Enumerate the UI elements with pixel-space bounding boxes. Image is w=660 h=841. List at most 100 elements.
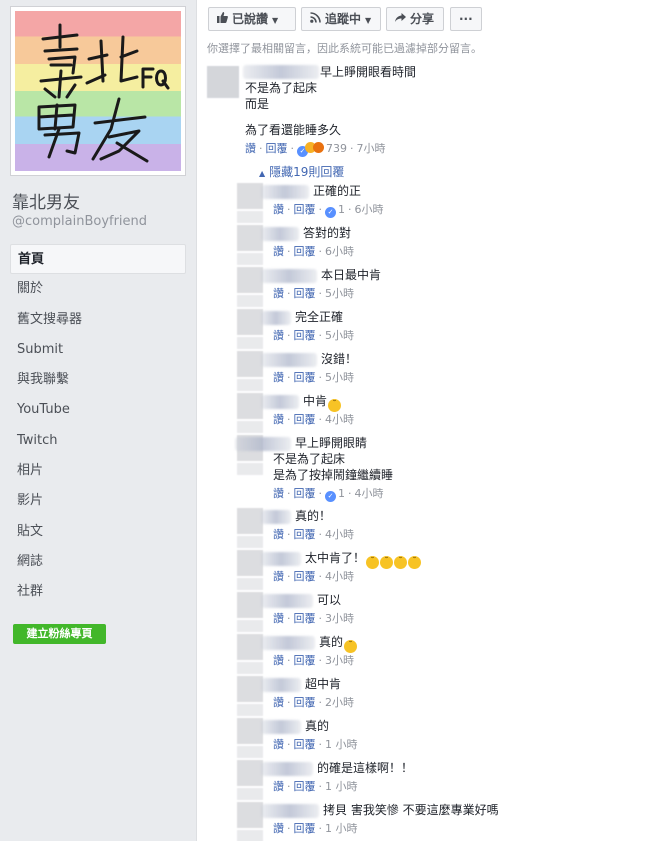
- reply-link[interactable]: 回覆: [294, 329, 316, 342]
- reply-time[interactable]: 3小時: [325, 612, 354, 625]
- avatar[interactable]: [237, 634, 263, 660]
- reply-time[interactable]: 2小時: [325, 696, 354, 709]
- nav-item-photos[interactable]: 相片: [10, 456, 186, 486]
- commenter-name[interactable]: [261, 762, 313, 776]
- avatar[interactable]: [237, 718, 263, 744]
- create-page-button[interactable]: 建立粉絲專頁: [13, 624, 106, 644]
- like-link[interactable]: 讚: [273, 528, 284, 541]
- avatar[interactable]: [237, 393, 263, 419]
- commenter-name[interactable]: [261, 185, 309, 199]
- like-link[interactable]: 讚: [273, 654, 284, 667]
- reply-time[interactable]: 5小時: [325, 287, 354, 300]
- commenter-name[interactable]: [261, 804, 319, 818]
- nav-item-submit[interactable]: Submit: [10, 335, 186, 365]
- nav-item-home[interactable]: 首頁: [10, 244, 186, 275]
- like-count[interactable]: 1: [338, 203, 345, 216]
- hide-replies-link[interactable]: ▲ 隱藏19則回覆: [259, 163, 344, 180]
- reply-time[interactable]: 1 小時: [325, 822, 358, 835]
- reaction-count[interactable]: 739: [326, 142, 347, 155]
- like-link[interactable]: 讚: [273, 738, 284, 751]
- avatar[interactable]: [237, 802, 263, 828]
- like-link[interactable]: 讚: [273, 287, 284, 300]
- commenter-name[interactable]: [261, 311, 291, 325]
- page-handle[interactable]: @complainBoyfriend: [12, 214, 147, 229]
- reply-link[interactable]: 回覆: [294, 822, 316, 835]
- nav-item-notes[interactable]: 網誌: [10, 547, 186, 577]
- reply-link[interactable]: 回覆: [294, 612, 316, 625]
- reply-link[interactable]: 回覆: [266, 142, 288, 155]
- avatar[interactable]: [237, 592, 263, 618]
- avatar[interactable]: [237, 309, 263, 335]
- commenter-name[interactable]: [261, 395, 299, 409]
- reply-link[interactable]: 回覆: [294, 203, 316, 216]
- reply-link[interactable]: 回覆: [294, 570, 316, 583]
- avatar[interactable]: [237, 351, 263, 377]
- reply-time[interactable]: 6小時: [325, 245, 354, 258]
- reply-link[interactable]: 回覆: [294, 738, 316, 751]
- nav-item-posts[interactable]: 貼文: [10, 517, 186, 547]
- commenter-name[interactable]: [261, 510, 291, 524]
- like-link[interactable]: 讚: [273, 413, 284, 426]
- more-options-button[interactable]: ···: [450, 7, 482, 31]
- commenter-name[interactable]: [261, 594, 313, 608]
- like-link[interactable]: 讚: [273, 329, 284, 342]
- commenter-name[interactable]: [261, 636, 315, 650]
- reply-link[interactable]: 回覆: [294, 413, 316, 426]
- like-link[interactable]: 讚: [273, 203, 284, 216]
- comment-time[interactable]: 7小時: [357, 142, 386, 155]
- commenter-name[interactable]: [261, 269, 317, 283]
- reply-link[interactable]: 回覆: [294, 696, 316, 709]
- page-title[interactable]: 靠北男友: [12, 188, 80, 213]
- commenter-name[interactable]: [261, 552, 301, 566]
- avatar[interactable]: [237, 267, 263, 293]
- reply-time[interactable]: 4小時: [355, 487, 384, 500]
- avatar[interactable]: [237, 508, 263, 534]
- reply-link[interactable]: 回覆: [294, 371, 316, 384]
- reply-link[interactable]: 回覆: [294, 528, 316, 541]
- commenter-name[interactable]: [261, 678, 301, 692]
- nav-item-twitch[interactable]: Twitch: [10, 426, 186, 456]
- reply-time[interactable]: 5小時: [325, 371, 354, 384]
- like-link[interactable]: 讚: [245, 142, 256, 155]
- nav-item-youtube[interactable]: YouTube: [10, 395, 186, 425]
- commenter-name[interactable]: [261, 720, 301, 734]
- commenter-name[interactable]: [261, 353, 317, 367]
- reply-time[interactable]: 4小時: [325, 413, 354, 426]
- reply-time[interactable]: 1 小時: [325, 780, 358, 793]
- avatar[interactable]: [207, 66, 239, 98]
- reply-time[interactable]: 1 小時: [325, 738, 358, 751]
- commenter-name[interactable]: [243, 65, 319, 79]
- reply-link[interactable]: 回覆: [294, 245, 316, 258]
- nav-item-videos[interactable]: 影片: [10, 486, 186, 516]
- like-link[interactable]: 讚: [273, 245, 284, 258]
- nav-item-community[interactable]: 社群: [10, 577, 186, 607]
- like-link[interactable]: 讚: [273, 780, 284, 793]
- reply-time[interactable]: 4小時: [325, 570, 354, 583]
- reply-link[interactable]: 回覆: [294, 780, 316, 793]
- avatar[interactable]: [237, 183, 263, 209]
- nav-item-about[interactable]: 關於: [10, 274, 186, 304]
- commenter-name[interactable]: [235, 437, 291, 451]
- like-link[interactable]: 讚: [273, 822, 284, 835]
- avatar[interactable]: [237, 676, 263, 702]
- avatar[interactable]: [237, 225, 263, 251]
- like-count[interactable]: 1: [338, 487, 345, 500]
- reply-link[interactable]: 回覆: [294, 287, 316, 300]
- share-button[interactable]: 分享: [386, 7, 444, 31]
- following-button[interactable]: 追蹤中 ▼: [301, 7, 381, 31]
- nav-item-search[interactable]: 舊文搜尋器: [10, 305, 186, 335]
- like-link[interactable]: 讚: [273, 487, 284, 500]
- like-link[interactable]: 讚: [273, 371, 284, 384]
- commenter-name[interactable]: [261, 227, 299, 241]
- reply-time[interactable]: 3小時: [325, 654, 354, 667]
- reply-time[interactable]: 6小時: [355, 203, 384, 216]
- page-profile-picture[interactable]: [10, 6, 186, 176]
- nav-item-contact[interactable]: 與我聯繫: [10, 365, 186, 395]
- like-link[interactable]: 讚: [273, 570, 284, 583]
- reply-link[interactable]: 回覆: [294, 487, 316, 500]
- liked-button[interactable]: 已說讚 ▼: [208, 7, 296, 31]
- reply-time[interactable]: 4小時: [325, 528, 354, 541]
- reply-link[interactable]: 回覆: [294, 654, 316, 667]
- avatar[interactable]: [237, 760, 263, 786]
- reply-time[interactable]: 5小時: [325, 329, 354, 342]
